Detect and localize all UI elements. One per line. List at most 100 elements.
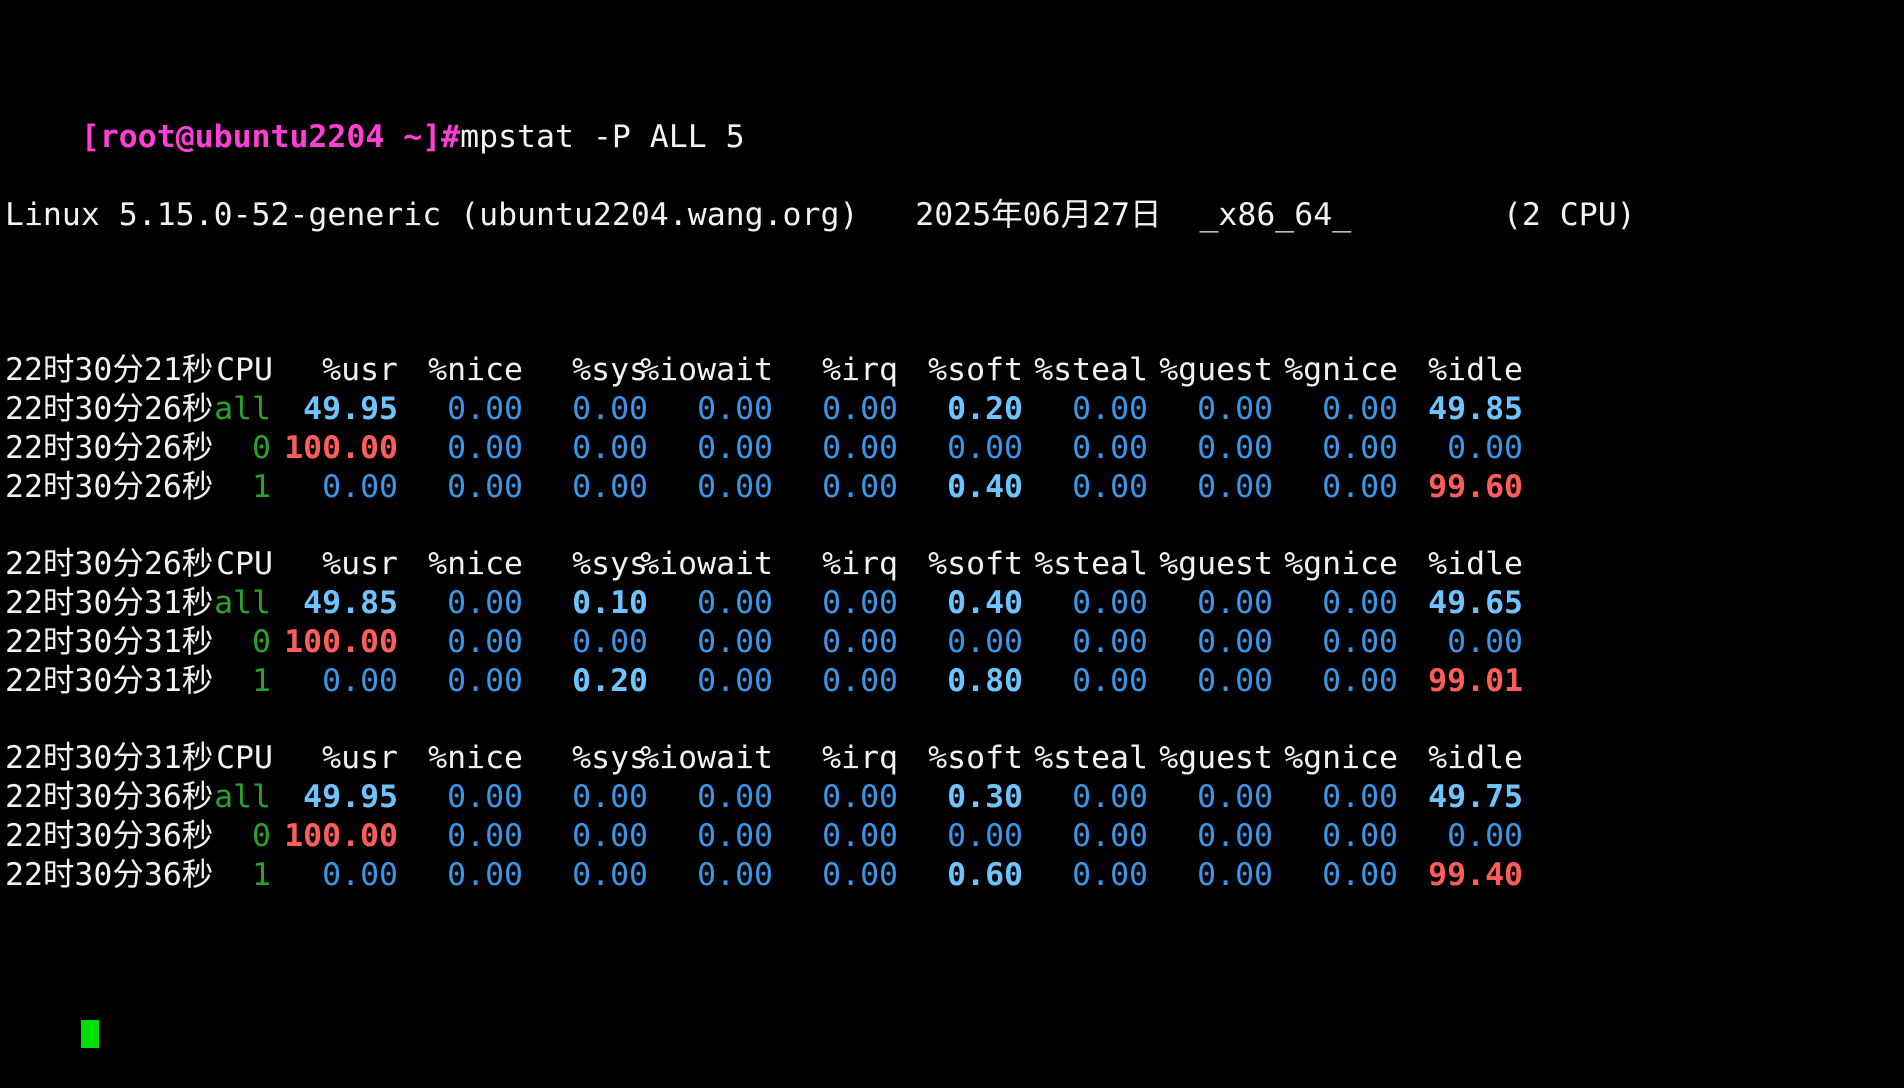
cell-soft: 0.00 <box>947 429 1023 466</box>
cell-iowait: 0.00 <box>697 584 773 621</box>
cell-irq: 0.00 <box>822 390 898 427</box>
cell-iowait: 0.00 <box>697 817 773 854</box>
cell-usr: 49.95 <box>303 390 398 427</box>
cell-nice: 0.00 <box>447 584 523 621</box>
cell-guest: 0.00 <box>1197 817 1273 854</box>
cell-iowait: 0.00 <box>697 623 773 660</box>
row-time: 22时30分26秒 <box>5 390 214 427</box>
cell-idle: 0.00 <box>1447 623 1523 660</box>
terminal-window[interactable]: [root@ubuntu2204 ~]#mpstat -P ALL 5 Linu… <box>0 0 1904 1048</box>
column-header-soft: %soft <box>928 546 1023 583</box>
cell-steal: 0.00 <box>1072 390 1148 427</box>
cell-usr: 100.00 <box>284 623 398 660</box>
cell-nice: 0.00 <box>447 817 523 854</box>
cell-nice: 0.00 <box>447 856 523 893</box>
cell-irq: 0.00 <box>822 856 898 893</box>
cell-irq: 0.00 <box>822 468 898 505</box>
column-header-sys: %sys <box>572 546 648 583</box>
row-time: 22时30分31秒 <box>5 662 214 699</box>
row-time: 22时30分26秒 <box>5 429 214 466</box>
cell-iowait: 0.00 <box>697 778 773 815</box>
cell-sys: 0.00 <box>572 778 648 815</box>
cell-soft: 0.00 <box>947 623 1023 660</box>
cell-soft: 0.60 <box>947 856 1023 893</box>
row-time: 22时30分36秒 <box>5 778 214 815</box>
column-header-nice: %nice <box>428 352 523 389</box>
cell-gnice: 0.00 <box>1322 778 1398 815</box>
column-header-nice: %nice <box>428 740 523 777</box>
cell-guest: 0.00 <box>1197 468 1273 505</box>
column-header-irq: %irq <box>822 352 898 389</box>
cell-gnice: 0.00 <box>1322 817 1398 854</box>
cell-idle: 49.75 <box>1428 778 1523 815</box>
table-row: 22时30分36秒 1 0.00 0.00 0.00 0.00 0.00 0.60 0.00 0.… <box>5 856 1904 895</box>
cell-iowait: 0.00 <box>697 468 773 505</box>
column-header-idle: %idle <box>1428 352 1523 389</box>
column-header-gnice: %gnice <box>1284 352 1398 389</box>
cell-soft: 0.20 <box>947 390 1023 427</box>
header-time: 22时30分31秒 <box>5 740 214 777</box>
cell-gnice: 0.00 <box>1322 468 1398 505</box>
cell-soft: 0.40 <box>947 584 1023 621</box>
table-row: 22时30分26秒 0 100.00 0.00 0.00 0.00 0.00 0.00 0.00… <box>5 429 1904 468</box>
cell-sys: 0.00 <box>572 817 648 854</box>
header-time: 22时30分26秒 <box>5 546 214 583</box>
cell-nice: 0.00 <box>447 778 523 815</box>
column-header-usr: %usr <box>322 546 398 583</box>
cell-steal: 0.00 <box>1072 856 1148 893</box>
cell-guest: 0.00 <box>1197 778 1273 815</box>
terminal-cursor <box>80 1019 99 1048</box>
cell-nice: 0.00 <box>447 623 523 660</box>
cell-sys: 0.10 <box>572 584 648 621</box>
column-header-steal: %steal <box>1034 546 1148 583</box>
column-header-idle: %idle <box>1428 546 1523 583</box>
cell-iowait: 0.00 <box>697 390 773 427</box>
cell-nice: 0.00 <box>447 429 523 466</box>
row-time: 22时30分31秒 <box>5 623 214 660</box>
column-header-sys: %sys <box>572 352 648 389</box>
cell-sys: 0.00 <box>572 623 648 660</box>
cell-usr: 0.00 <box>322 856 398 893</box>
cell-steal: 0.00 <box>1072 468 1148 505</box>
column-header-cpu: CPU <box>216 352 273 389</box>
column-header-irq: %irq <box>822 546 898 583</box>
row-cpu: 1 <box>252 468 271 505</box>
column-header-soft: %soft <box>928 740 1023 777</box>
cell-iowait: 0.00 <box>697 856 773 893</box>
cell-steal: 0.00 <box>1072 584 1148 621</box>
cell-iowait: 0.00 <box>697 662 773 699</box>
cell-sys: 0.00 <box>572 856 648 893</box>
table-row: 22时30分26秒 all 49.95 0.00 0.00 0.00 0.00 0.20 0.0… <box>5 390 1904 429</box>
row-cpu: 0 <box>252 817 271 854</box>
cell-nice: 0.00 <box>447 662 523 699</box>
column-header-iowait: %iowait <box>640 546 773 583</box>
column-header-gnice: %gnice <box>1284 546 1398 583</box>
column-header-soft: %soft <box>928 352 1023 389</box>
cell-irq: 0.00 <box>822 778 898 815</box>
cell-irq: 0.00 <box>822 429 898 466</box>
row-cpu: all <box>214 778 271 815</box>
table-row: 22时30分36秒 0 100.00 0.00 0.00 0.00 0.00 0.00 0.00… <box>5 817 1904 856</box>
cell-steal: 0.00 <box>1072 662 1148 699</box>
column-header-sys: %sys <box>572 740 648 777</box>
column-header-usr: %usr <box>322 352 398 389</box>
column-header-iowait: %iowait <box>640 352 773 389</box>
column-header-iowait: %iowait <box>640 740 773 777</box>
cell-gnice: 0.00 <box>1322 429 1398 466</box>
table-row: 22时30分36秒 all 49.95 0.00 0.00 0.00 0.00 0.30 0.0… <box>5 778 1904 817</box>
cell-nice: 0.00 <box>447 390 523 427</box>
cell-steal: 0.00 <box>1072 778 1148 815</box>
cell-soft: 0.80 <box>947 662 1023 699</box>
cell-gnice: 0.00 <box>1322 623 1398 660</box>
column-header-cpu: CPU <box>216 740 273 777</box>
cell-usr: 0.00 <box>322 468 398 505</box>
cell-irq: 0.00 <box>822 662 898 699</box>
cell-usr: 100.00 <box>284 429 398 466</box>
cell-guest: 0.00 <box>1197 390 1273 427</box>
cell-usr: 0.00 <box>322 662 398 699</box>
cell-idle: 99.40 <box>1428 856 1523 893</box>
cell-soft: 0.40 <box>947 468 1023 505</box>
column-header-irq: %irq <box>822 740 898 777</box>
